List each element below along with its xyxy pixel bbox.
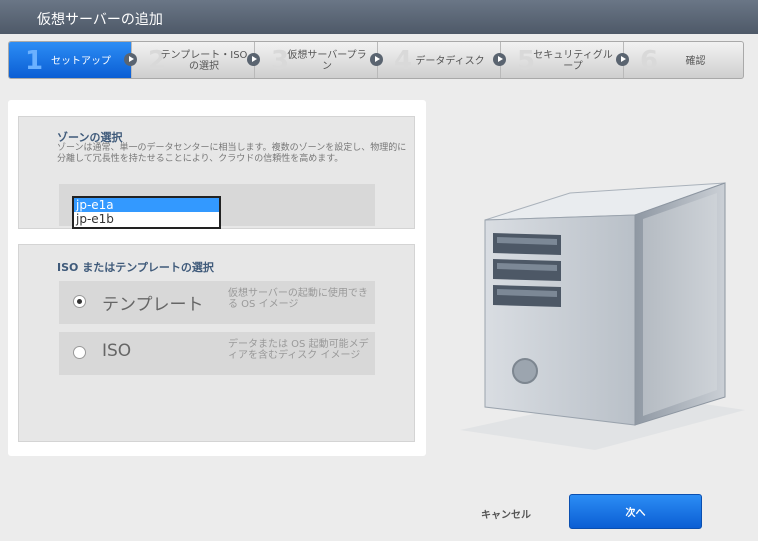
next-button[interactable]: 次へ [569,494,702,529]
chevron-right-icon [124,53,137,66]
drive-bays-icon [493,233,561,307]
zone-description: ゾーンは通常、単一のデータセンターに相当します。複数のゾーンを設定し、物理的に分… [57,143,407,164]
chevron-right-icon [247,53,260,66]
step-data-disk[interactable]: 4 データディスク [378,42,506,78]
zone-select-wrapper: jp-e1a jp-e1b [59,184,375,229]
chevron-right-icon [616,53,629,66]
step-label: 仮想サーバープラン [287,50,367,72]
step-label: セキュリティグループ [533,50,613,72]
step-server-plan[interactable]: 3 仮想サーバープラン [255,42,383,78]
step-template-iso[interactable]: 2 テンプレート・ISO の選択 [132,42,260,78]
zone-option-jp-e1b[interactable]: jp-e1b [74,212,219,226]
step-label: 確認 [685,55,706,67]
chevron-right-icon [493,53,506,66]
zone-listbox[interactable]: jp-e1a jp-e1b [72,196,221,229]
step-label: セットアップ [51,55,111,67]
step-label: テンプレート・ISO の選択 [160,50,248,72]
template-option[interactable]: テンプレート 仮想サーバーの起動に使用できる OS イメージ [59,281,375,324]
window-titlebar: 仮想サーバーの追加 [0,0,758,34]
source-title: ISO またはテンプレートの選択 [57,261,214,274]
source-section: ISO またはテンプレートの選択 テンプレート 仮想サーバーの起動に使用できる … [18,244,415,442]
iso-label: ISO [102,341,132,361]
zone-section: ゾーンの選択 ゾーンは通常、単一のデータセンターに相当します。複数のゾーンを設定… [18,116,415,229]
iso-option[interactable]: ISO データまたは OS 起動可能メディアを含むディスク イメージ [59,332,375,375]
step-confirm[interactable]: 6 確認 [624,42,743,78]
server-illustration [460,182,745,450]
step-setup[interactable]: 1 セットアップ [9,42,137,78]
window-title: 仮想サーバーの追加 [37,12,163,28]
template-label: テンプレート [102,295,204,315]
template-radio[interactable] [73,295,86,308]
step-label: データディスク [415,55,485,67]
wizard-steps: 1 セットアップ 2 テンプレート・ISO の選択 3 仮想サーバープラン 4 … [8,41,744,79]
template-description: 仮想サーバーの起動に使用できる OS イメージ [228,288,368,310]
chevron-right-icon [370,53,383,66]
iso-description: データまたは OS 起動可能メディアを含むディスク イメージ [228,339,369,361]
cancel-button[interactable]: キャンセル [481,506,531,521]
iso-radio[interactable] [73,346,86,359]
step-security-group[interactable]: 5 セキュリティグループ [501,42,629,78]
power-button-icon [512,358,538,384]
zone-option-jp-e1a[interactable]: jp-e1a [74,198,219,212]
